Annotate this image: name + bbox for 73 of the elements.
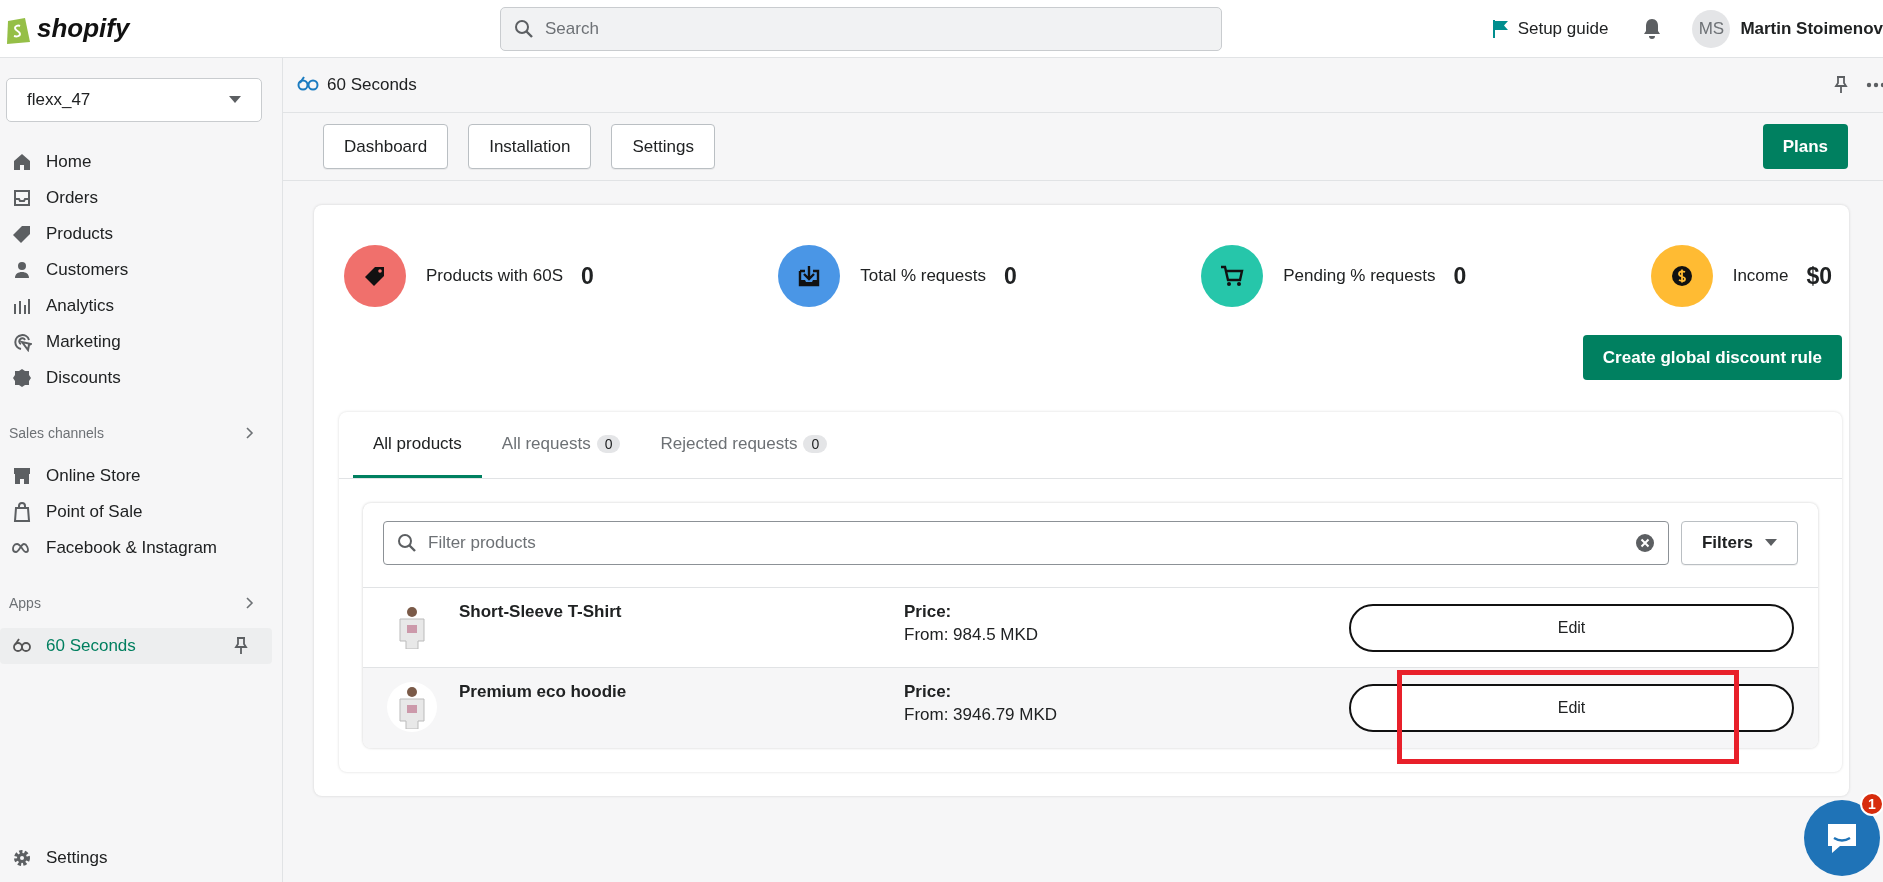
stat-label: Products with 60S [426,266,563,286]
tab[interactable]: All products [353,412,482,478]
home-icon [12,152,32,172]
nav-item[interactable]: Marketing [0,324,272,360]
orders-icon [12,188,32,208]
nav-item[interactable]: Settings [0,840,272,876]
nav-item[interactable]: Online Store [0,458,272,494]
caret-icon [1765,539,1777,547]
stat-value: $0 [1806,262,1832,290]
bars-icon [12,296,32,316]
price-value: From: 3946.79 MKD [904,705,1059,725]
section-header[interactable]: Apps [0,590,282,616]
setup-guide-link[interactable]: Setup guide [1491,18,1609,39]
chevron-right-icon [246,427,254,439]
nav-item[interactable]: Facebook & Instagram [0,530,272,566]
product-image-placeholder [387,682,437,732]
stat-label: Income [1732,266,1789,286]
stat-value: 0 [1003,262,1017,290]
product-name: Premium eco hoodie [459,682,628,702]
caret-icon [229,96,241,104]
search-field[interactable]: Search [500,6,1222,51]
user-name[interactable]: Martin Stoimenov [1740,18,1883,39]
user-avatar[interactable]: MS [1692,9,1731,48]
target-icon [12,332,32,352]
filter-field[interactable]: Filter products [383,521,1669,565]
edit-button[interactable]: Edit [1349,604,1794,652]
stat-label: Total % requests [860,266,986,286]
pin-icon[interactable] [234,637,248,655]
clear-icon[interactable] [1634,533,1655,553]
price-label: Price: [904,602,953,622]
nav-item[interactable]: Point of Sale [0,494,272,530]
store-icon [12,466,32,486]
nav-item[interactable]: Home [0,144,272,180]
flag-icon [1491,18,1510,39]
nav-button[interactable]: Settings [611,124,715,169]
count-badge: 0 [803,434,828,453]
tab-label: All products [373,433,462,454]
person-icon [12,260,32,280]
chevron-right-icon [246,597,254,609]
count-badge: 0 [596,434,621,453]
nav-item[interactable]: Discounts [0,360,272,396]
tab[interactable]: All requests 0 [481,412,641,478]
nav-button[interactable]: Dashboard [323,124,449,169]
tab[interactable]: Rejected requests 0 [640,412,848,478]
price-value: From: 984.5 MKD [904,625,1040,645]
section-header[interactable]: Sales channels [0,420,282,446]
product-name: Short-Sleeve T-Shirt [459,602,623,622]
nav-item[interactable]: Customers [0,252,272,288]
app-title: 60 Seconds [327,75,417,95]
stat-value: 0 [581,262,594,290]
edit-button[interactable]: Edit [1349,684,1794,732]
tab-label: Rejected requests [660,433,798,454]
stat-label: Pending % requests [1283,266,1436,286]
store-selector[interactable]: flexx_47 [6,78,262,122]
plans-button[interactable]: Plans [1762,124,1848,169]
tag-icon [12,224,32,244]
nav-item[interactable]: Analytics [0,288,272,324]
logo-text: shopify [37,13,130,44]
stat-value: 0 [1453,262,1467,290]
filters-button[interactable]: Filters [1680,521,1798,565]
settings-icon [12,848,32,868]
notification-badge: 1 [1860,792,1883,816]
pin-icon[interactable] [1834,76,1848,94]
nav-item[interactable]: Products [0,216,272,252]
bag-icon [12,502,32,522]
create-discount-button[interactable]: Create global discount rule [1582,335,1842,380]
price-label: Price: [904,682,953,702]
bell-icon[interactable] [1642,17,1663,40]
more-icon[interactable] [1866,82,1883,88]
nav-item[interactable]: 60 Seconds [0,628,272,664]
nav-button[interactable]: Installation [468,124,592,169]
tab-label: All requests [501,433,591,454]
nav-item[interactable]: Orders [0,180,272,216]
